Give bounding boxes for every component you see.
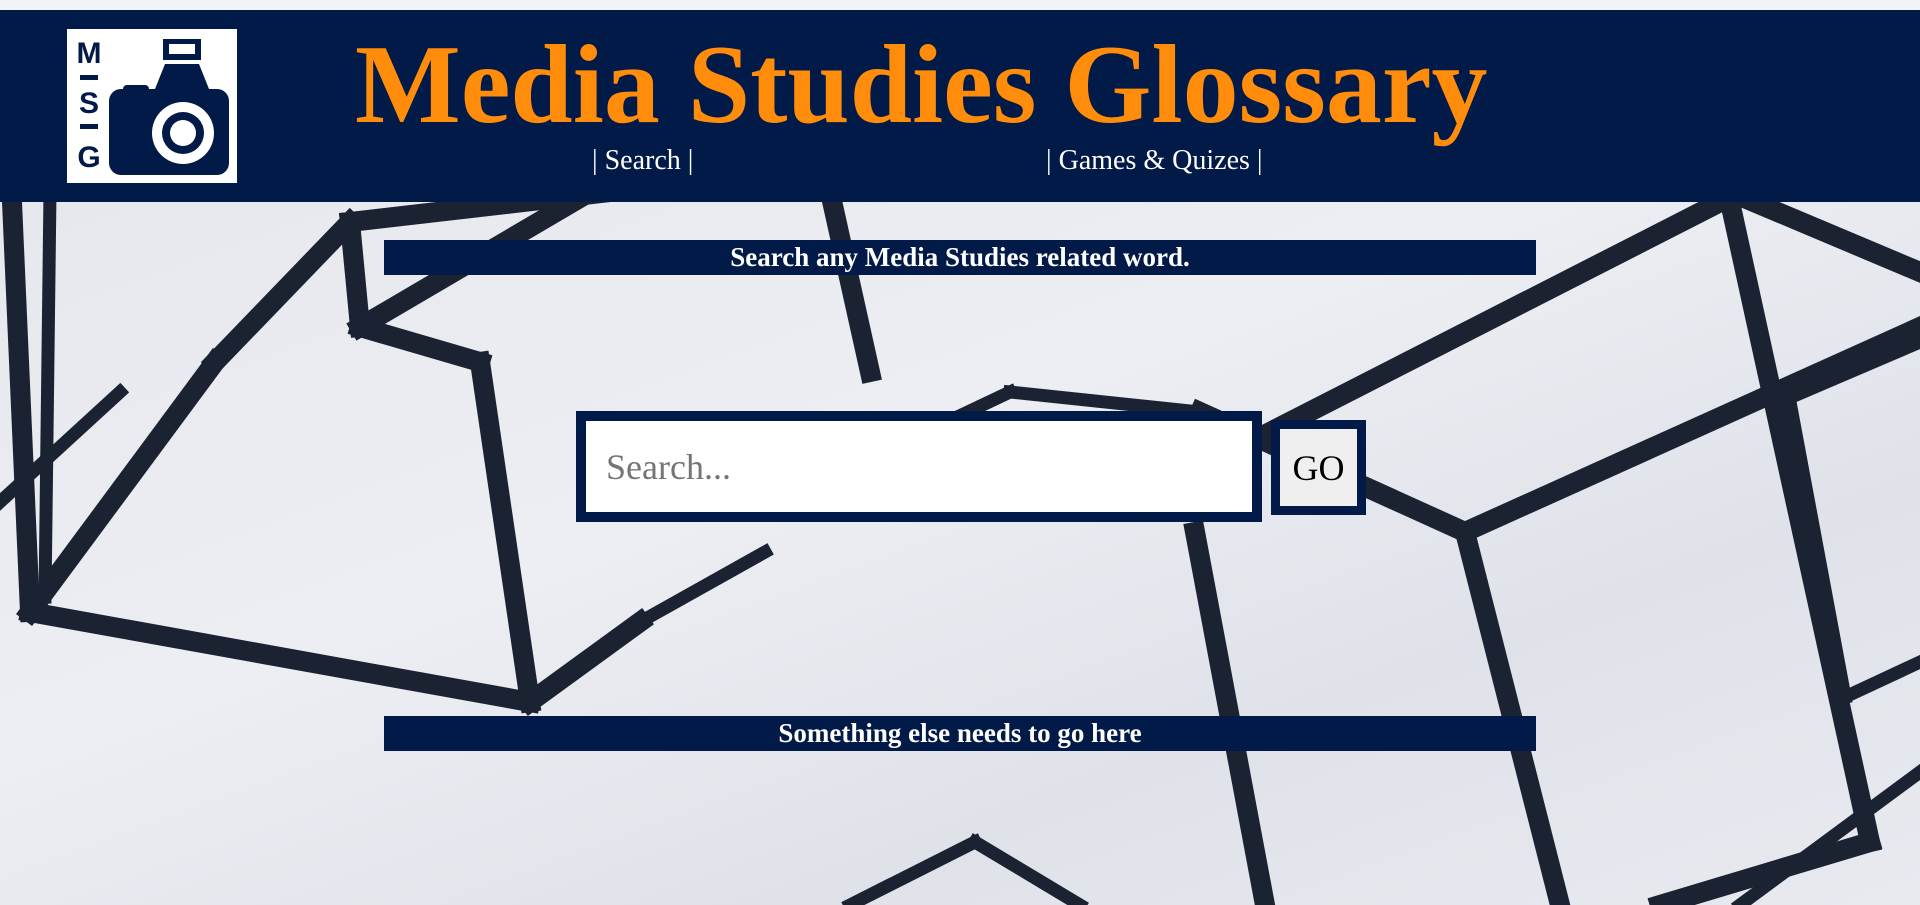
nav-games-quizes-link[interactable]: | Games & Quizes | (1046, 144, 1263, 178)
site-title: Media Studies Glossary (355, 23, 1488, 147)
msg-logo: M S G (67, 29, 237, 183)
search-input[interactable] (576, 411, 1262, 522)
logo-letter-s: S (79, 87, 99, 120)
search-instructions-banner: Search any Media Studies related word. (384, 240, 1536, 275)
go-button[interactable]: GO (1271, 420, 1366, 515)
logo-letter-m: M (77, 37, 102, 70)
nav-search-link[interactable]: | Search | (592, 144, 693, 178)
background-image (0, 202, 1920, 905)
camera-icon (109, 39, 229, 175)
main-content: Search any Media Studies related word. G… (0, 202, 1920, 905)
logo-letter-g: G (77, 141, 100, 174)
top-strip (0, 0, 1920, 10)
site-header: M S G Media Studies Glossary | Search | … (0, 10, 1920, 202)
placeholder-banner: Something else needs to go here (384, 716, 1536, 751)
